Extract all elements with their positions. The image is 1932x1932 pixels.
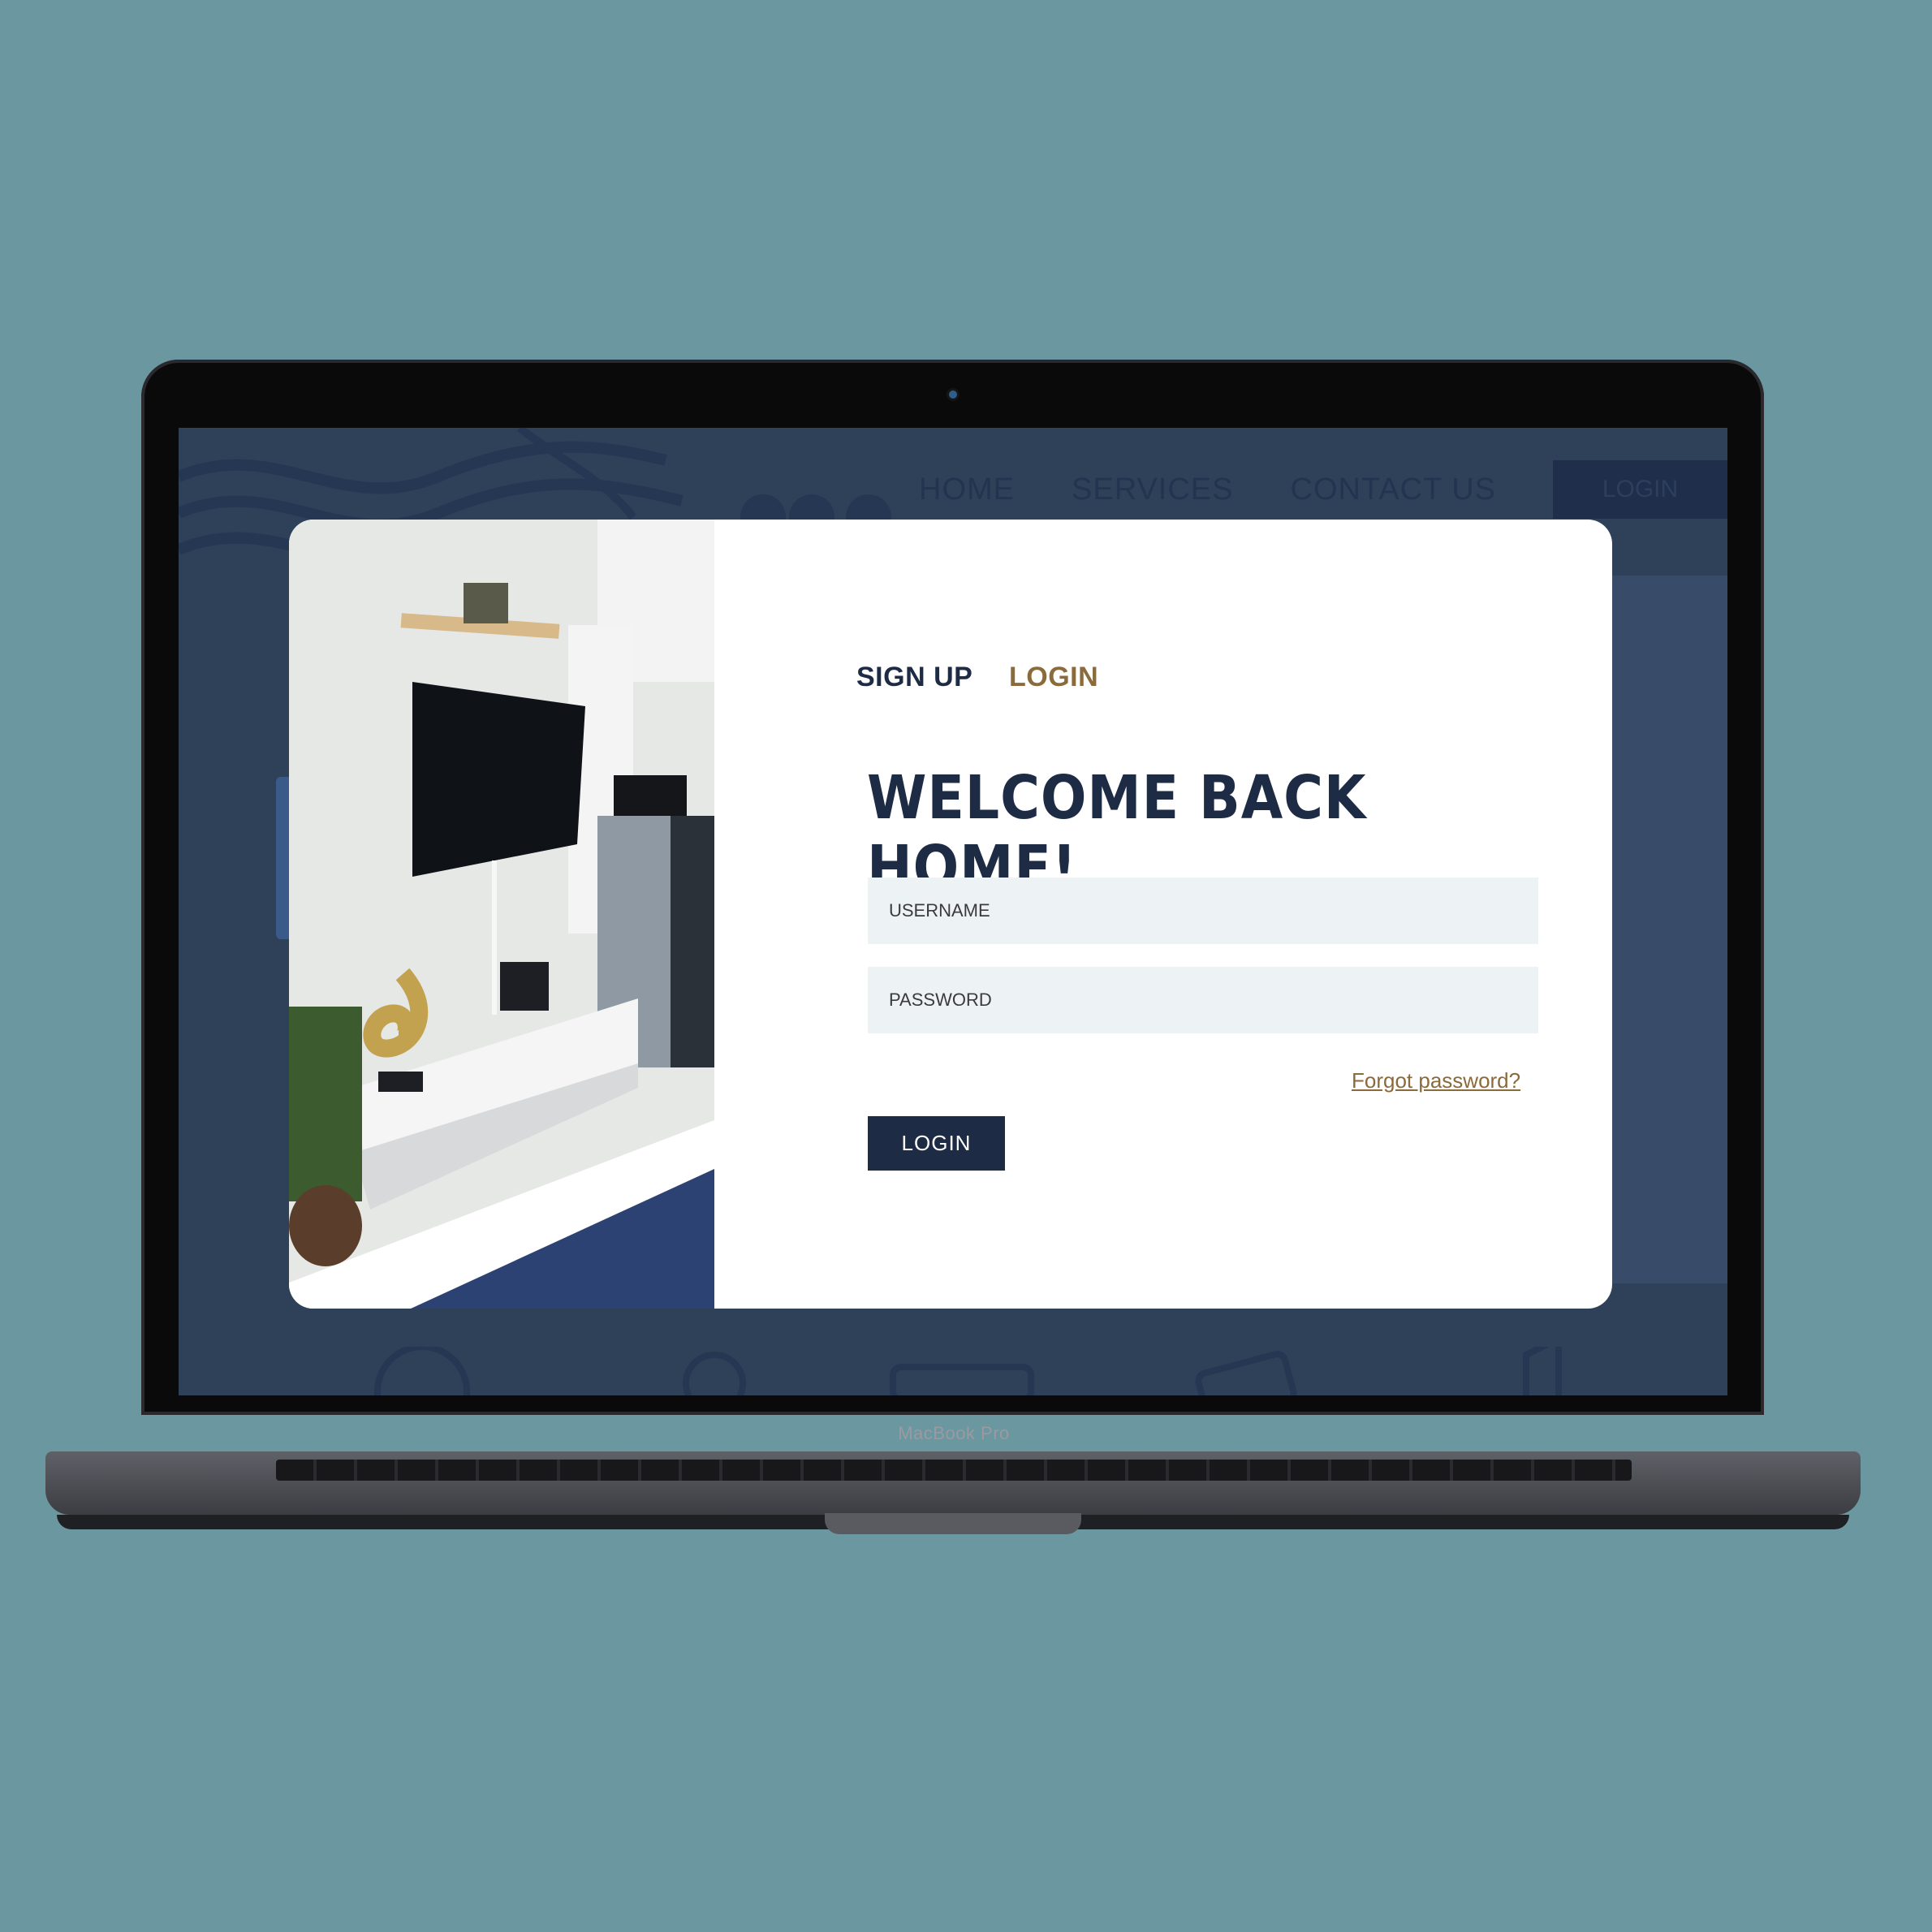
nav-contact-us[interactable]: CONTACT US [1291, 472, 1497, 507]
keyboard [276, 1460, 1632, 1481]
login-form: SIGN UP LOGIN WELCOME BACK HOME! Forgot … [714, 520, 1612, 1309]
tab-sign-up[interactable]: SIGN UP [856, 662, 972, 693]
tab-login[interactable]: LOGIN [1009, 662, 1098, 693]
living-room-illustration [289, 520, 714, 1309]
device-label: MacBook Pro [898, 1423, 1010, 1443]
nav-services[interactable]: SERVICES [1072, 472, 1233, 507]
nav-login-button[interactable]: LOGIN [1553, 460, 1727, 519]
laptop-screen: HOME SERVICES CONTACT US LOGIN SIGN UP L… [179, 428, 1727, 1395]
login-modal: SIGN UP LOGIN WELCOME BACK HOME! Forgot … [289, 520, 1612, 1309]
camera-icon [949, 390, 957, 399]
living-room-photo [289, 520, 714, 1309]
nav-home[interactable]: HOME [919, 472, 1015, 507]
username-input[interactable] [868, 878, 1538, 944]
login-submit-button[interactable]: LOGIN [868, 1116, 1005, 1171]
password-input[interactable] [868, 967, 1538, 1033]
trackpad-notch [825, 1513, 1081, 1534]
forgot-password-link[interactable]: Forgot password? [1352, 1068, 1520, 1093]
bottom-icon-row [374, 1347, 1562, 1395]
site-nav: HOME SERVICES CONTACT US LOGIN [919, 460, 1727, 519]
